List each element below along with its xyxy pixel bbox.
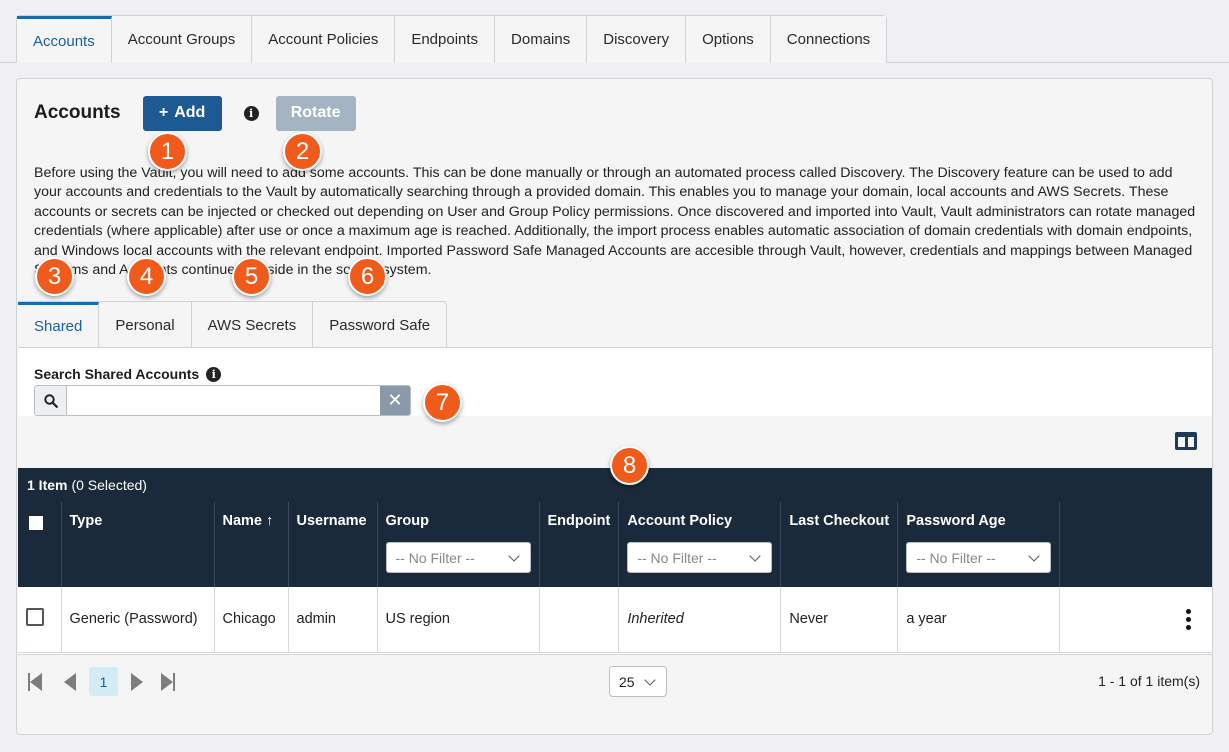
first-page-icon[interactable] bbox=[28, 673, 42, 696]
age-filter-value: -- No Filter -- bbox=[916, 549, 996, 566]
col-account-policy[interactable]: Account Policy -- No Filter -- bbox=[618, 502, 782, 587]
callout-7: 7 bbox=[423, 383, 462, 422]
callout-4: 4 bbox=[127, 257, 166, 296]
callout-3: 3 bbox=[35, 257, 74, 296]
plus-icon: + bbox=[158, 104, 169, 121]
col-group-label: Group bbox=[385, 513, 430, 529]
accounts-table: Type Name ↑ Username Group -- No Filter … bbox=[18, 502, 1212, 653]
cell-password-age: a year bbox=[897, 587, 1061, 653]
page-title: Accounts bbox=[34, 102, 121, 123]
accounts-card: Accounts + Add i Rotate Before using the… bbox=[16, 78, 1213, 735]
col-last-checkout[interactable]: Last Checkout bbox=[780, 502, 899, 587]
col-password-age[interactable]: Password Age -- No Filter -- bbox=[897, 502, 1061, 587]
chevron-down-icon bbox=[644, 673, 656, 686]
tab-shared[interactable]: Shared bbox=[18, 302, 100, 348]
search-input[interactable] bbox=[67, 386, 380, 415]
page-size-value: 25 bbox=[619, 673, 635, 690]
search-box: ✕ bbox=[34, 385, 411, 416]
cell-policy: Inherited bbox=[618, 587, 782, 653]
add-button-label: Add bbox=[174, 104, 206, 121]
chevron-down-icon bbox=[1028, 549, 1040, 562]
tab-account-groups[interactable]: Account Groups bbox=[111, 16, 253, 63]
col-group[interactable]: Group -- No Filter -- bbox=[377, 502, 540, 587]
item-count: 1 Item bbox=[27, 477, 68, 493]
next-page-icon[interactable] bbox=[131, 673, 143, 696]
pagination: 1 25 1 - 1 of 1 item(s) bbox=[18, 654, 1212, 706]
pagination-info: 1 - 1 of 1 item(s) bbox=[1098, 673, 1200, 689]
col-name[interactable]: Name ↑ bbox=[214, 502, 289, 587]
accounts-description: Before using the Vault, you will need to… bbox=[34, 165, 1196, 279]
col-account-policy-label: Account Policy bbox=[627, 513, 733, 529]
last-page-icon[interactable] bbox=[161, 673, 175, 696]
search-label: Search Shared Accounts i bbox=[34, 366, 222, 382]
group-filter-select[interactable]: -- No Filter -- bbox=[385, 542, 531, 573]
tab-domains[interactable]: Domains bbox=[495, 16, 588, 63]
cell-group: US region bbox=[377, 587, 540, 653]
group-filter-value: -- No Filter -- bbox=[395, 549, 475, 566]
policy-filter-value: -- No Filter -- bbox=[637, 549, 717, 566]
policy-filter-select[interactable]: -- No Filter -- bbox=[627, 542, 773, 573]
col-actions bbox=[1059, 502, 1212, 587]
age-filter-select[interactable]: -- No Filter -- bbox=[906, 542, 1052, 573]
cell-name: Chicago bbox=[214, 587, 289, 653]
cell-type: Generic (Password) bbox=[61, 587, 215, 653]
column-chooser-icon[interactable] bbox=[1175, 432, 1197, 450]
clear-search-icon[interactable]: ✕ bbox=[380, 386, 410, 415]
callout-5: 5 bbox=[232, 257, 271, 296]
tab-options[interactable]: Options bbox=[686, 16, 771, 63]
select-all-checkbox[interactable] bbox=[29, 516, 43, 530]
page-size-select[interactable]: 25 bbox=[609, 666, 667, 697]
shared-accounts-panel: Search Shared Accounts i ✕ 1 Item (0 Sel… bbox=[18, 347, 1212, 706]
more-options-icon[interactable] bbox=[1186, 608, 1191, 630]
search-info-icon[interactable]: i bbox=[206, 366, 222, 382]
tab-endpoints[interactable]: Endpoints bbox=[395, 16, 496, 63]
chevron-down-icon bbox=[749, 549, 761, 562]
chevron-down-icon bbox=[507, 549, 520, 562]
accounts-header: Accounts + Add i Rotate bbox=[34, 95, 356, 131]
callout-1: 1 bbox=[148, 132, 187, 171]
col-password-age-label: Password Age bbox=[906, 513, 1006, 529]
info-icon[interactable]: i bbox=[243, 105, 259, 121]
tab-aws-secrets[interactable]: AWS Secrets bbox=[192, 302, 314, 348]
search-icon[interactable] bbox=[35, 386, 67, 415]
search-label-text: Search Shared Accounts bbox=[34, 366, 200, 382]
tab-discovery[interactable]: Discovery bbox=[587, 16, 687, 63]
cell-endpoint bbox=[539, 587, 620, 653]
table-header-row: Type Name ↑ Username Group -- No Filter … bbox=[18, 502, 1212, 587]
rotate-button[interactable]: Rotate bbox=[275, 95, 356, 131]
cell-username: admin bbox=[288, 587, 378, 653]
tab-connections[interactable]: Connections bbox=[770, 16, 887, 63]
col-endpoint[interactable]: Endpoint bbox=[539, 502, 620, 587]
col-type[interactable]: Type bbox=[61, 502, 215, 587]
row-checkbox[interactable] bbox=[26, 608, 44, 627]
main-tabs: Accounts Account Groups Account Policies… bbox=[16, 15, 888, 63]
prev-page-icon[interactable] bbox=[64, 673, 76, 696]
page-number-button[interactable]: 1 bbox=[89, 667, 118, 696]
tab-password-safe[interactable]: Password Safe bbox=[313, 302, 446, 348]
row-actions-cell bbox=[1059, 587, 1212, 653]
callout-8: 8 bbox=[610, 446, 649, 485]
cell-last-checkout: Never bbox=[780, 587, 899, 653]
add-button[interactable]: + Add bbox=[142, 95, 222, 131]
select-all-header bbox=[18, 502, 62, 587]
callout-2: 2 bbox=[283, 132, 322, 171]
row-select-cell bbox=[18, 587, 62, 653]
tab-personal[interactable]: Personal bbox=[99, 302, 192, 348]
col-username[interactable]: Username bbox=[288, 502, 378, 587]
table-row[interactable]: Generic (Password) Chicago admin US regi… bbox=[18, 587, 1212, 653]
selected-count: (0 Selected) bbox=[71, 477, 147, 493]
account-type-tabs: Shared Personal AWS Secrets Password Saf… bbox=[18, 301, 448, 348]
tab-account-policies[interactable]: Account Policies bbox=[252, 16, 396, 63]
tab-accounts[interactable]: Accounts bbox=[17, 16, 112, 63]
callout-6: 6 bbox=[348, 257, 387, 296]
